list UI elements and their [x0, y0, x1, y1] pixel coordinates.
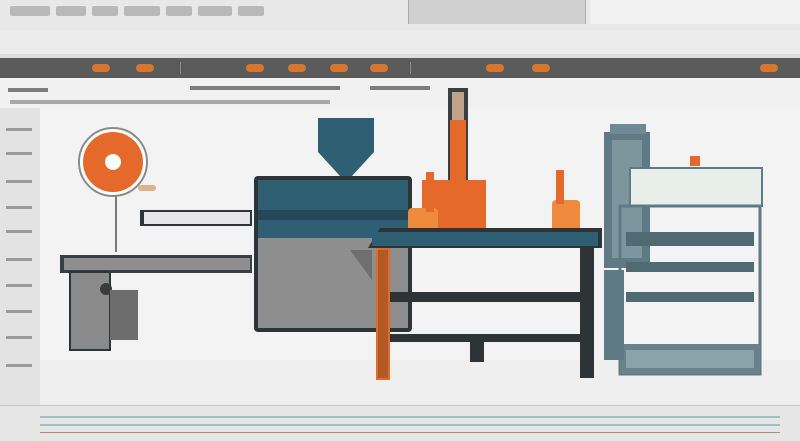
table-icon: [368, 88, 602, 380]
status-bar: [0, 405, 800, 441]
timeline-track[interactable]: [40, 424, 780, 426]
timeline-track[interactable]: [40, 416, 780, 418]
timeline-track[interactable]: [40, 432, 780, 433]
spool-icon: [78, 127, 156, 252]
conveyor-icon: [60, 210, 252, 351]
app-window: [0, 0, 800, 441]
factory-illustration: [60, 88, 763, 380]
cabinet-icon: [604, 124, 763, 376]
